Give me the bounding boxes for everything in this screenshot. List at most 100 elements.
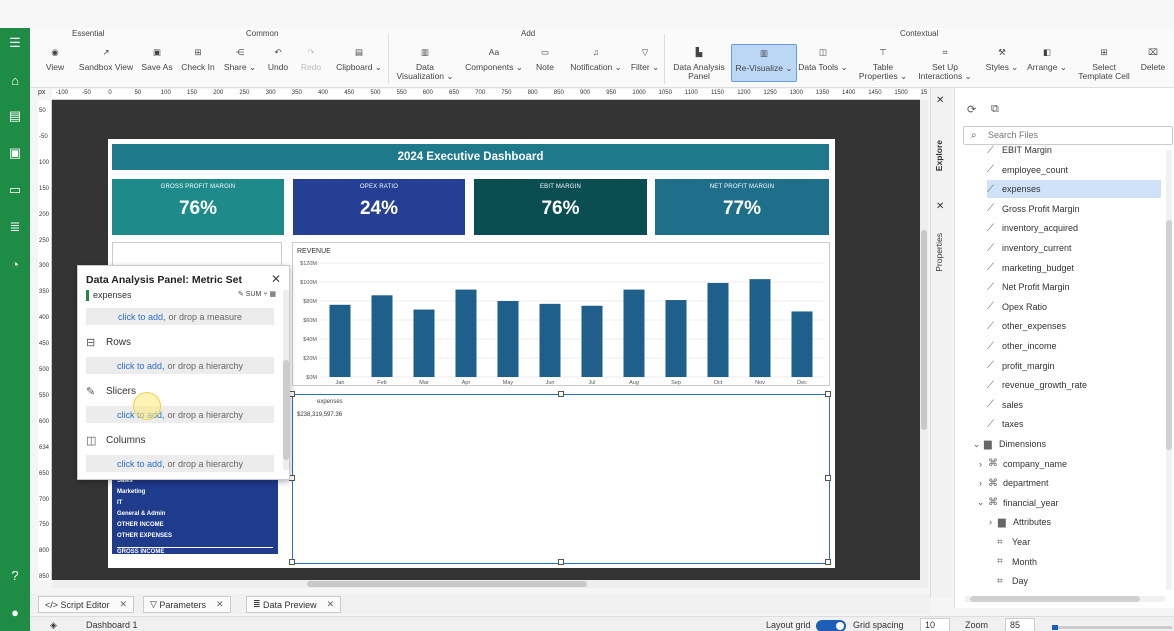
tree-item-net-profit-margin[interactable]: ⟋ Net Profit Margin xyxy=(987,278,1161,296)
resize-handle[interactable] xyxy=(558,559,564,565)
notification-button[interactable]: ♫ Notification ⌄ xyxy=(564,44,628,88)
click-to-add-link[interactable]: click to add, xyxy=(118,312,166,322)
tree-item-expenses[interactable]: ⟋ expenses xyxy=(987,180,1161,199)
panel-scrollbar[interactable] xyxy=(283,290,289,470)
tree-item-attributes[interactable]: › ▆ Attributes xyxy=(983,513,1161,531)
clipboard-button[interactable]: ▤ Clipboard ⌄ xyxy=(332,44,386,88)
measure-dropzone[interactable]: click to add, or drop a measure xyxy=(86,308,274,325)
close-icon[interactable]: ✕ xyxy=(271,272,281,286)
view-button[interactable]: ◉ View xyxy=(42,44,68,88)
arrange-button[interactable]: ◧ Arrange ⌄ xyxy=(1024,44,1070,88)
click-to-add-link[interactable]: click to add, xyxy=(117,459,165,469)
tab-script-editor[interactable]: </> Script Editor ✕ xyxy=(38,596,135,613)
bar-jan[interactable] xyxy=(329,304,351,377)
delete-button[interactable]: ⌧ Delete xyxy=(1138,44,1168,88)
note-button[interactable]: ▭ Note xyxy=(532,44,558,88)
grid-spacing-input[interactable]: 10 xyxy=(920,618,950,631)
undo-button[interactable]: ↶ Undo xyxy=(264,44,292,88)
home-icon[interactable]: ⌂ xyxy=(0,71,30,89)
user-icon[interactable]: ● xyxy=(0,603,30,621)
columns-dropzone[interactable]: click to add, or drop a hierarchy xyxy=(86,455,274,472)
tree-item-year[interactable]: ⌗ Year xyxy=(997,533,1161,551)
check-in-button[interactable]: ⊞ Check In xyxy=(178,44,218,88)
resize-handle[interactable] xyxy=(825,559,831,565)
close-icon[interactable]: ✕ xyxy=(936,95,944,106)
monitor-icon[interactable]: ▭ xyxy=(0,181,30,199)
tree-item-other-income[interactable]: ⟋ other_income xyxy=(987,337,1161,355)
chevron-right-icon[interactable]: › xyxy=(973,478,988,488)
chevron-right-icon[interactable]: › xyxy=(983,517,998,527)
tree-item-inventory-acquired[interactable]: ⟋ inventory_acquired xyxy=(987,219,1161,237)
tree-item-gross-profit-margin[interactable]: ⟋ Gross Profit Margin xyxy=(987,200,1161,218)
bar-sep[interactable] xyxy=(665,300,687,377)
kpi-net-profit-margin[interactable]: NET PROFIT MARGIN 77% xyxy=(655,179,829,235)
measure-tools[interactable]: ✎ SUM ⑂ ▦ xyxy=(238,290,276,298)
kpi-ebit-margin[interactable]: EBIT MARGIN 76% xyxy=(474,179,647,235)
tree-item-taxes[interactable]: ⟋ taxes xyxy=(987,415,1161,433)
select-template-cell-button[interactable]: ⊞ Select Template Cell xyxy=(1074,44,1134,88)
revenue-chart-panel[interactable]: REVENUE $0M $20M $40M $60M $80M $100M $120M Jan… xyxy=(292,242,830,386)
zoom-input[interactable]: 85 xyxy=(1005,618,1035,631)
bar-aug[interactable] xyxy=(623,289,645,377)
dashboard-name[interactable]: Dashboard 1 xyxy=(86,620,138,630)
kpi-opex-ratio[interactable]: OPEX RATIO 24% xyxy=(293,179,465,235)
measure-item[interactable]: expenses ✎ SUM ⑂ ▦ xyxy=(86,290,276,302)
save-as-button[interactable]: ▣ Save As xyxy=(138,44,176,88)
share-button[interactable]: ⋲ Share ⌄ xyxy=(220,44,260,88)
components-button[interactable]: Aa Components ⌄ xyxy=(460,44,528,88)
bar-apr[interactable] xyxy=(455,289,477,377)
database-icon[interactable]: ≣ xyxy=(0,218,30,236)
data-analysis-panel[interactable]: Data Analysis Panel: Metric Set ✕ expens… xyxy=(77,265,290,480)
tree-item-ebit-margin[interactable]: ⟋ EBIT Margin xyxy=(987,141,1161,159)
tree-item-dimensions[interactable]: ⌄ ▆ Dimensions xyxy=(969,435,1161,453)
tree-item-month[interactable]: ⌗ Month xyxy=(997,553,1161,571)
bar-feb[interactable] xyxy=(371,295,393,377)
refresh-icon[interactable]: ⟳ xyxy=(967,103,976,116)
tree-item-day[interactable]: ⌗ Day xyxy=(997,572,1161,590)
styles-button[interactable]: ⚒ Styles ⌄ xyxy=(982,44,1022,88)
close-icon[interactable]: ✕ xyxy=(936,201,944,212)
bar-jul[interactable] xyxy=(581,305,603,377)
data-analysis-panel-button[interactable]: ▙ Data Analysis Panel xyxy=(670,44,728,88)
scroll-thumb[interactable] xyxy=(283,360,289,460)
data-tools-button[interactable]: ◫ Data Tools ⌄ xyxy=(798,44,848,88)
tree-item-inventory-current[interactable]: ⟋ inventory_current xyxy=(987,239,1161,257)
kpi-gross-profit-margin[interactable]: GROSS PROFIT MARGIN 76% xyxy=(112,179,284,235)
slicers-dropzone[interactable]: click to add,or drop a hierarchy xyxy=(86,406,274,423)
briefcase-icon[interactable]: ▣ xyxy=(0,144,30,162)
redo-button[interactable]: ↷ Redo xyxy=(298,44,324,88)
chevron-right-icon[interactable]: › xyxy=(973,459,988,469)
bar-nov[interactable] xyxy=(749,279,771,377)
scroll-thumb[interactable] xyxy=(921,230,927,430)
resize-handle[interactable] xyxy=(825,475,831,481)
close-icon[interactable]: ✕ xyxy=(216,599,224,610)
sandbox-view-button[interactable]: ↗ Sandbox View xyxy=(74,44,138,88)
canvas-horizontal-scrollbar[interactable] xyxy=(52,580,928,588)
canvas-vertical-scrollbar[interactable] xyxy=(920,100,928,580)
re-visualize-button[interactable]: ▥ Re-Visualize ⌄ xyxy=(731,44,797,82)
tree-item-other-expenses[interactable]: ⟋ other_expenses xyxy=(987,317,1161,335)
table-properties-button[interactable]: ⊤ Table Properties ⌄ xyxy=(856,44,910,88)
pie-chart-icon[interactable]: ◔ xyxy=(0,255,30,273)
inbox-icon[interactable]: ▤ xyxy=(0,107,30,125)
tree-item-financial-year[interactable]: ⌄ ⌘ financial_year xyxy=(973,494,1161,512)
tab-explore[interactable]: Explore xyxy=(934,140,944,171)
bar-jun[interactable] xyxy=(539,303,561,377)
resize-handle[interactable] xyxy=(289,559,295,565)
scroll-thumb[interactable] xyxy=(1166,220,1172,450)
tab-properties[interactable]: Properties xyxy=(934,233,944,272)
bar-may[interactable] xyxy=(497,301,519,377)
tree-item-company-name[interactable]: › ⌘ company_name xyxy=(973,455,1161,473)
tree-item-marketing-budget[interactable]: ⟋ marketing_budget xyxy=(987,259,1161,277)
close-icon[interactable]: ✕ xyxy=(120,599,128,610)
zoom-slider[interactable] xyxy=(1052,625,1172,630)
chevron-down-icon[interactable]: ⌄ xyxy=(969,439,984,450)
zoom-slider-handle[interactable] xyxy=(1052,625,1058,630)
tree-horizontal-scrollbar[interactable] xyxy=(965,596,1165,602)
tree-item-employee-count[interactable]: ⟋ employee_count xyxy=(987,161,1161,179)
tab-data-preview[interactable]: ≣ Data Preview ✕ xyxy=(246,596,342,613)
filter-button[interactable]: ▽ Filter ⌄ xyxy=(628,44,662,88)
expenses-table-panel[interactable]: expenses $238,319,597.36 xyxy=(289,391,831,565)
tree-item-department[interactable]: › ⌘ department xyxy=(973,474,1161,492)
set-up-interactions-button[interactable]: ⌗ Set Up Interactions ⌄ xyxy=(916,44,974,88)
